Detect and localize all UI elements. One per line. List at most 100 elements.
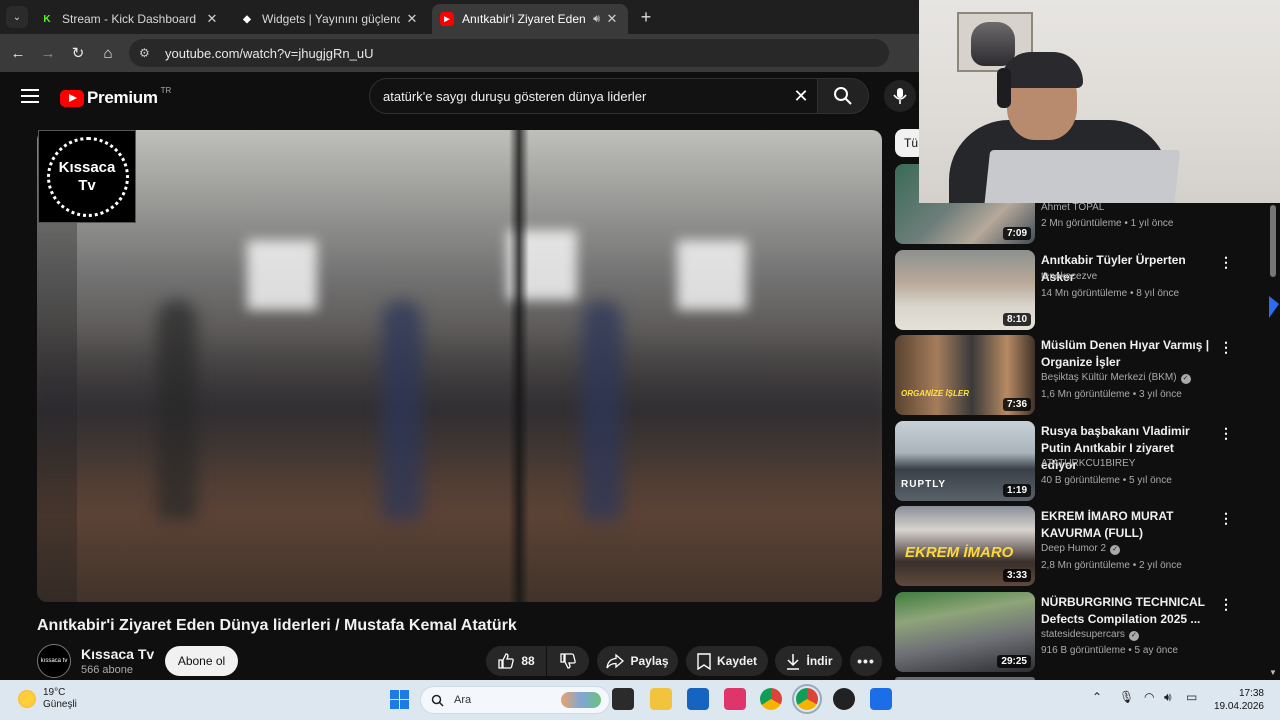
video-title[interactable]: EKREM İMARO MURAT KAVURMA (FULL) [1041,508,1211,542]
chrome-active-icon[interactable] [792,684,822,714]
dislike-button[interactable] [547,646,589,676]
editor-icon[interactable] [870,688,892,710]
subscribe-button[interactable]: Abone ol [165,646,238,676]
weather-widget[interactable]: 19°C Güneşli [18,687,77,711]
download-button[interactable]: İndir [775,646,842,676]
streamer-cap [1001,52,1083,88]
url-field[interactable]: ⚙︎ youtube.com/watch?v=jhugjgRn_uU [129,39,889,67]
channel-name[interactable]: Deep Humor 2 [1041,543,1106,554]
more-vertical-icon[interactable]: ⋮ [1219,425,1233,442]
obs-icon[interactable] [833,688,855,710]
clear-search-icon[interactable]: ✕ [791,86,811,107]
recommended-video[interactable]: 29:25 NÜRBURGRING TECHNICAL Defects Comp… [895,592,1280,672]
site-info-icon[interactable]: ⚙︎ [139,46,155,60]
search-input[interactable]: atatürk'e saygı duruşu gösteren dünya li… [369,78,817,114]
file-explorer-icon[interactable] [650,688,672,710]
scroll-down-icon[interactable]: ▼ [1269,668,1277,677]
app-icon[interactable] [724,688,746,710]
duration-badge: 1:19 [1002,484,1031,497]
search-button[interactable] [817,78,869,114]
like-button[interactable]: 88 [486,646,546,676]
duration-badge: 8:10 [1002,313,1031,326]
video-meta: 2 Mn görüntüleme • 1 yıl önce [1041,218,1174,229]
back-icon[interactable]: ← [3,45,33,62]
video-thumbnail[interactable]: EKREM İMARO 3:33 [895,506,1035,586]
channel-avatar[interactable]: kıssaca tv [37,644,71,678]
browser-window: ⌄ K Stream - Kick Dashboard ✕ ◆ Widgets … [0,0,1280,680]
channel-name[interactable]: Beşiktaş Kültür Merkezi (BKM) [1041,372,1177,383]
more-vertical-icon[interactable]: ⋮ [1219,510,1233,527]
channel-name[interactable]: Ahmet TOPAL [1041,202,1104,213]
scrollbar-thumb[interactable] [1270,205,1276,277]
video-thumbnail[interactable]: RUPTLY 1:19 [895,421,1035,501]
thumbnail-text: EKREM İMARO [905,544,1014,561]
windows-start-icon[interactable] [390,690,409,709]
wifi-icon[interactable]: ◠ [1144,690,1154,704]
widgets-favicon-icon: ◆ [243,13,251,25]
more-vertical-icon[interactable]: ⋮ [1219,596,1233,613]
video-title[interactable]: Müslüm Denen Hıyar Varmış | Organize İşl… [1041,337,1211,371]
system-clock[interactable]: 17:38 19.04.2026 [1212,687,1264,713]
video-meta: 916 B görüntüleme • 5 ay önce [1041,645,1178,656]
close-tab-icon[interactable]: ✕ [404,11,420,27]
task-view-icon[interactable] [612,688,634,710]
search-highlight-icon [561,692,601,708]
channel-name[interactable]: statesidesupercars [1041,629,1125,640]
tab-widgets[interactable]: ◆ Widgets | Yayınını güçlendirmek ✕ [232,4,428,34]
reload-icon[interactable]: ↻ [63,44,93,62]
more-vertical-icon[interactable]: ⋮ [1219,339,1233,356]
chevron-up-icon[interactable]: ⌃ [1092,690,1102,704]
recommended-video[interactable]: ORGANİZE İŞLER 7:36 Müslüm Denen Hıyar V… [895,335,1280,415]
search-placeholder: Ara [454,694,472,706]
volume-icon[interactable]: 🔊︎ [1164,690,1172,705]
chrome-icon[interactable] [760,688,782,710]
country-code: TR [160,85,172,95]
more-actions-button[interactable]: ••• [850,646,882,676]
menu-icon[interactable] [21,89,39,103]
youtube-favicon-icon: ▶ [440,12,454,26]
audio-playing-icon[interactable]: 🔊︎ [593,13,600,26]
tab-title: Widgets | Yayınını güçlendirmek [262,12,400,26]
recommended-video[interactable]: 8:10 Anıtkabir Tüyler Ürperten Asker ten… [895,250,1280,330]
close-tab-icon[interactable]: ✕ [604,11,620,27]
video-title: Anıtkabir'i Ziyaret Eden Dünya liderleri… [37,617,517,634]
mic-tray-icon[interactable]: 🎙︎ [1119,690,1134,704]
channel-watermark: Kıssaca Tv [38,130,136,223]
tab-search-menu-icon[interactable]: ⌄ [6,6,28,28]
more-vertical-icon[interactable]: ⋮ [1219,254,1233,271]
close-tab-icon[interactable]: ✕ [204,11,220,27]
recommended-video[interactable]: RUPTLY 1:19 Rusya başbakanı Vladimir Put… [895,421,1280,501]
video-player[interactable] [37,130,882,602]
more-horizontal-icon: ••• [857,653,875,669]
video-thumbnail[interactable]: 29:25 [895,592,1035,672]
store-icon[interactable] [687,688,709,710]
new-tab-icon[interactable]: + [634,5,658,29]
webcam-overlay [919,0,1280,203]
tab-youtube-video[interactable]: ▶ Anıtkabir'i Ziyaret Eden Dünya 🔊︎ ✕ [432,4,628,34]
youtube-premium-logo[interactable]: Premium TR [60,85,172,108]
video-figure-blur [582,300,622,520]
video-title[interactable]: NÜRBURGRING TECHNICAL Defects Compilatio… [1041,594,1211,628]
sidebar-scrollbar[interactable] [1270,205,1276,675]
recommended-video[interactable]: EKREM İMARO 3:33 EKREM İMARO MURAT KAVUR… [895,506,1280,586]
video-seam [509,130,529,602]
channel-name[interactable]: Kıssaca Tv [81,646,154,662]
video-thumbnail[interactable]: 8:10 [895,250,1035,330]
share-button[interactable]: Paylaş [597,646,678,676]
mic-icon [893,88,907,104]
channel-name[interactable]: tenekecezve [1041,271,1097,282]
taskbar-search[interactable]: Ara [420,686,610,714]
save-button[interactable]: Kaydet [686,646,768,676]
forward-icon[interactable]: → [33,45,63,62]
home-icon[interactable]: ⌂ [93,45,123,62]
taskbar: 19°C Güneşli Ara ⌃ 🎙︎ ◠ 🔊︎ ▭ 17:38 19.04… [0,680,1280,720]
thumbnail-text: ORGANİZE İŞLER [901,389,970,398]
tab-kick-dashboard[interactable]: K Stream - Kick Dashboard ✕ [32,4,228,34]
video-meta: 14 Mn görüntüleme • 8 yıl önce [1041,288,1180,299]
channel-name[interactable]: ATATURKCU1BIREY [1041,458,1135,469]
battery-icon[interactable]: ▭ [1186,690,1197,704]
search-query: atatürk'e saygı duruşu gösteren dünya li… [383,88,647,104]
mouse-cursor-icon [1269,296,1279,318]
video-thumbnail[interactable]: ORGANİZE İŞLER 7:36 [895,335,1035,415]
voice-search-button[interactable] [884,80,916,112]
